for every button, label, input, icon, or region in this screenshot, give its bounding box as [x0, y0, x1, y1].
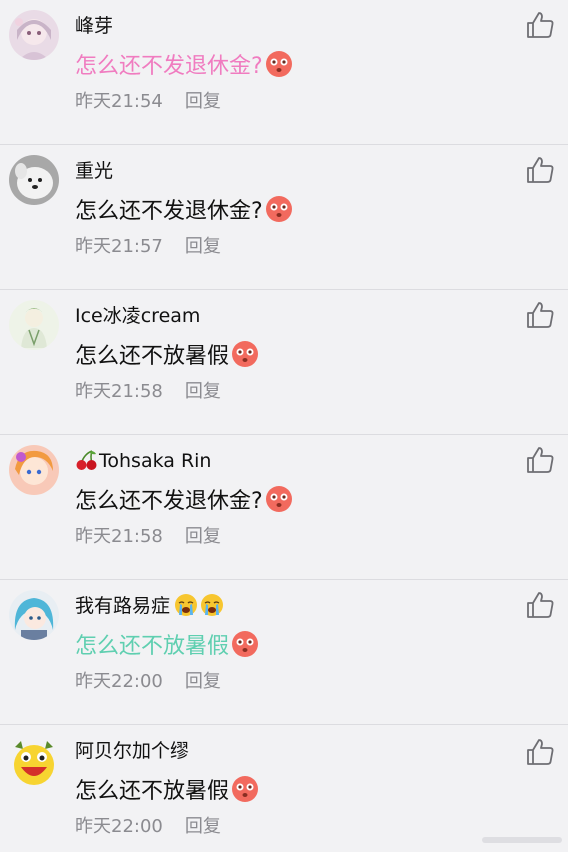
avatar[interactable]	[9, 445, 59, 495]
comment-list: 峰芽 怎么还不发退休金? 昨天21:54回复 重光 怎么还不发退休金? 昨天2	[0, 0, 568, 852]
commenter-name[interactable]: 峰芽	[75, 12, 113, 40]
thumbs-up-icon[interactable]	[525, 300, 555, 330]
reply-button[interactable]: 回复	[185, 381, 221, 402]
comment-item: Ice冰凌cream 怎么还不放暑假 昨天21:58 回复	[0, 290, 568, 435]
comment-meta: 昨天21:57 回复	[75, 234, 221, 260]
comment-text: 怎么还不放暑假	[75, 775, 259, 805]
comment-text: 怎么还不发退休金?	[75, 50, 293, 80]
commenter-name-text: Tohsaka Rin	[99, 450, 212, 472]
avatar[interactable]	[9, 155, 59, 205]
commenter-name[interactable]: 我有路易症	[75, 592, 224, 620]
avatar[interactable]	[9, 737, 59, 787]
comment-text: 怎么还不发退休金?	[75, 195, 293, 225]
avatar[interactable]	[9, 10, 59, 60]
commenter-name-text: 我有路易症	[75, 595, 171, 617]
thumbs-up-icon[interactable]	[525, 10, 555, 40]
thumbs-up-icon[interactable]	[525, 590, 555, 620]
cherries-emoji-icon	[76, 450, 97, 470]
flushed-face-emoji-icon	[232, 341, 259, 367]
comment-item: 我有路易症 怎么还不放暑假 昨天22:00 回复	[0, 580, 568, 725]
comment-body: 怎么还不发退休金?	[75, 54, 263, 79]
comment-body: 怎么还不放暑假	[75, 634, 230, 659]
avatar[interactable]	[9, 300, 59, 350]
comment-item: 阿贝尔加个缪 怎么还不放暑假 昨天22:00 回复	[0, 725, 568, 852]
thumbs-up-icon[interactable]	[525, 155, 555, 185]
crying-face-emoji-icon	[201, 594, 224, 616]
commenter-name[interactable]: Ice冰凌cream	[75, 302, 200, 330]
timestamp: 昨天21:54	[75, 91, 163, 112]
reply-button[interactable]: 回复	[185, 671, 221, 692]
comment-text: 怎么还不发退休金?	[75, 485, 293, 515]
comment-text: 怎么还不放暑假	[75, 340, 259, 370]
comment-meta: 昨天22:00 回复	[75, 669, 221, 695]
reply-button[interactable]: 回复	[185, 526, 221, 547]
thumbs-up-icon[interactable]	[525, 737, 555, 767]
timestamp: 昨天21:57	[75, 236, 163, 257]
flushed-face-emoji-icon	[265, 486, 292, 512]
comment-body: 怎么还不放暑假	[75, 779, 230, 804]
comment-body: 怎么还不发退休金?	[75, 489, 263, 514]
comment-meta: 昨天21:58 回复	[75, 379, 221, 405]
timestamp: 昨天21:58	[75, 381, 163, 402]
crying-face-emoji-icon	[175, 594, 198, 616]
comment-item: 重光 怎么还不发退休金? 昨天21:57 回复	[0, 145, 568, 290]
avatar[interactable]	[9, 590, 59, 640]
comment-text: 怎么还不放暑假	[75, 630, 259, 660]
watermark-logo	[482, 837, 562, 843]
reply-button[interactable]: 回复	[185, 816, 221, 837]
reply-button[interactable]: 回复	[185, 91, 221, 112]
comment-item: Tohsaka Rin 怎么还不发退休金? 昨天21:58 回复	[0, 435, 568, 580]
commenter-name[interactable]: 重光	[75, 157, 113, 185]
comment-meta: 昨天21:58 回复	[75, 524, 221, 550]
flushed-face-emoji-icon	[265, 196, 292, 222]
comment-meta: 昨天21:54 回复	[75, 89, 221, 115]
commenter-name[interactable]: 阿贝尔加个缪	[75, 737, 189, 765]
flushed-face-emoji-icon	[232, 776, 259, 802]
flushed-face-emoji-icon	[232, 631, 259, 657]
timestamp: 昨天21:58	[75, 526, 163, 547]
commenter-name[interactable]: Tohsaka Rin	[75, 447, 211, 475]
flushed-face-emoji-icon	[265, 51, 292, 77]
thumbs-up-icon[interactable]	[525, 445, 555, 475]
comment-body: 怎么还不发退休金?	[75, 199, 263, 224]
timestamp: 昨天22:00	[75, 816, 163, 837]
comment-body: 怎么还不放暑假	[75, 344, 230, 369]
reply-button[interactable]: 回复	[185, 236, 221, 257]
comment-meta: 昨天22:00 回复	[75, 814, 221, 840]
timestamp: 昨天22:00	[75, 671, 163, 692]
comment-item: 峰芽 怎么还不发退休金? 昨天21:54 回复	[0, 0, 568, 145]
